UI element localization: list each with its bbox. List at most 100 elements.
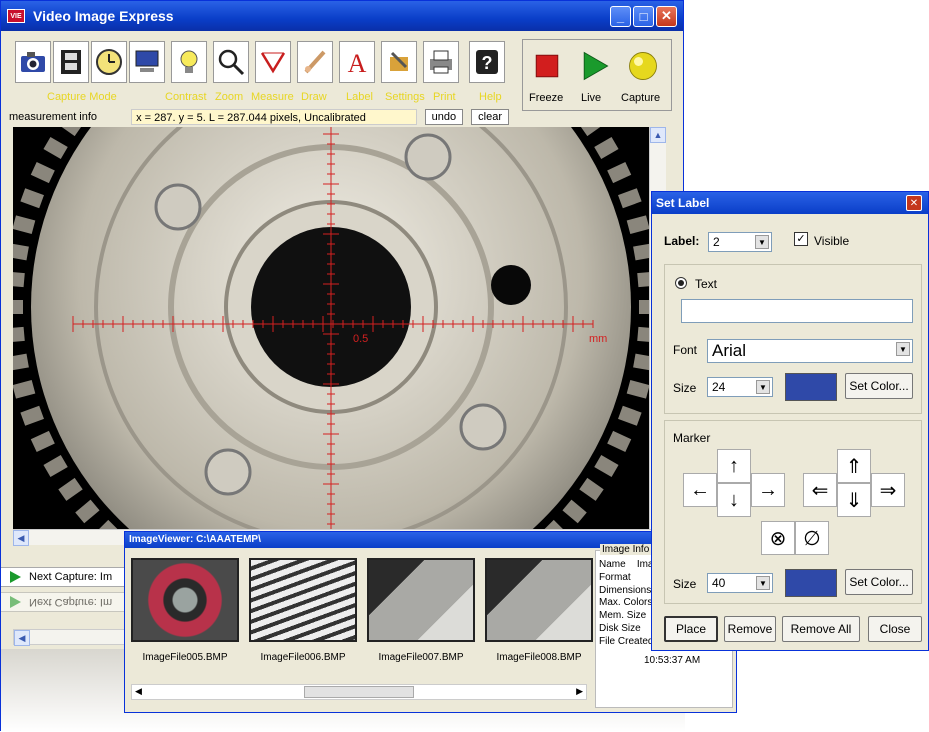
dialog-close-icon[interactable]: ✕ [906, 195, 922, 211]
double-arrow-down-marker[interactable]: ⇓ [837, 483, 871, 517]
letter-a-icon: A [348, 49, 367, 77]
font-caption: Font [673, 343, 698, 357]
side-hole [491, 265, 531, 305]
chevron-down-icon[interactable]: ▼ [755, 235, 769, 249]
marker-size-caption: Size [673, 577, 697, 591]
maximize-button[interactable]: □ [633, 5, 654, 27]
marker-size-select[interactable]: 40 ▼ [707, 573, 773, 593]
zoom-caption: Zoom [215, 91, 244, 103]
next-capture-reflection: Next Capture: Im [1, 592, 133, 612]
undo-button[interactable]: undo [424, 109, 464, 125]
chevron-down-icon[interactable]: ▼ [756, 576, 770, 590]
play-small-icon [10, 596, 21, 608]
scroll-left-icon[interactable]: ◀ [14, 630, 30, 646]
font-value: Arial [712, 341, 747, 360]
scroll-up-icon[interactable]: ▲ [650, 127, 666, 143]
marker-set-color-button[interactable]: Set Color... [845, 569, 913, 595]
thumbnail-image[interactable] [249, 558, 357, 642]
gear-image: 0.5 mm [13, 127, 649, 529]
zoom-button[interactable] [213, 41, 249, 83]
gear-tooth [639, 300, 649, 314]
arrow-up-marker[interactable]: ↑ [717, 449, 751, 483]
clock-icon-button[interactable] [91, 41, 127, 83]
text-size-value: 24 [712, 380, 726, 394]
arrow-down-marker[interactable]: ↓ [717, 483, 751, 517]
measurement-label: measurement info [9, 111, 98, 123]
thumbnail-name: ImageFile008.BMP [496, 652, 582, 663]
text-set-color-button[interactable]: Set Color... [845, 373, 913, 399]
settings-caption: Settings [385, 91, 425, 103]
visible-checkbox[interactable]: ✓ [794, 232, 808, 246]
gear-tooth [13, 326, 25, 343]
close-button[interactable]: ✕ [656, 5, 677, 27]
freeze-button[interactable] [527, 46, 567, 86]
radio-dot-icon [678, 280, 684, 286]
camera-icon-button[interactable] [15, 41, 51, 83]
close-dialog-button[interactable]: Close [868, 616, 922, 642]
thumbnail-image[interactable] [367, 558, 475, 642]
scroll-left-icon[interactable]: ◀ [13, 530, 29, 546]
draw-button[interactable] [297, 41, 333, 83]
thumbnail-image[interactable] [485, 558, 593, 642]
clear-button[interactable]: clear [471, 109, 509, 125]
remove-button[interactable]: Remove [724, 616, 776, 642]
circle-x-marker[interactable]: ⊗ [761, 521, 795, 555]
label-text-input[interactable] [681, 299, 913, 323]
capture-mode-caption: Capture Mode [47, 91, 117, 103]
scroll-left-icon[interactable]: ◀ [135, 686, 142, 697]
double-arrow-left-marker[interactable]: ⇐ [803, 473, 837, 507]
image-viewer-window: ImageViewer: C:\AAATEMP\ ImageFile005.BM… [124, 531, 737, 713]
main-toolbar: Capture Mode Contrast Zoom Measure Draw … [9, 41, 509, 105]
label-number-select[interactable]: 2 ▼ [708, 232, 772, 252]
measurement-value: x = 287. y = 5. L = 287.044 pixels, Unca… [131, 109, 417, 125]
printer-icon [430, 50, 452, 74]
remove-all-button[interactable]: Remove All [782, 616, 860, 642]
thumbnail-name: ImageFile005.BMP [142, 652, 228, 663]
info-name-label: Name [599, 559, 626, 570]
minimize-button[interactable]: _ [610, 5, 631, 27]
label-caption: Label: [664, 234, 700, 248]
measurement-bar: measurement info x = 287. y = 5. L = 287… [9, 108, 509, 126]
capture-caption: Capture [621, 92, 661, 104]
chevron-down-icon[interactable]: ▼ [896, 342, 910, 356]
font-select[interactable]: Arial ▼ [707, 339, 913, 363]
gear-tooth [13, 300, 23, 314]
print-caption: Print [433, 91, 456, 103]
app-title: Video Image Express [33, 8, 174, 24]
svg-text:A: A [348, 49, 367, 77]
chevron-down-icon[interactable]: ▼ [756, 380, 770, 394]
scroll-right-icon[interactable]: ▶ [576, 686, 583, 697]
capture-button[interactable] [623, 46, 663, 86]
arrow-left-marker[interactable]: ← [683, 473, 717, 507]
play-icon [583, 51, 609, 81]
film-icon-button[interactable] [53, 41, 89, 83]
double-arrow-right-marker[interactable]: ⇒ [871, 473, 905, 507]
dialog-title: Set Label [652, 192, 928, 214]
settings-button[interactable] [381, 41, 417, 83]
monitor-icon-button[interactable] [129, 41, 165, 83]
thumbnail-image[interactable] [131, 558, 239, 642]
scrollbar-thumb[interactable] [304, 686, 414, 698]
live-image-view[interactable]: 0.5 mm [13, 127, 649, 529]
circle-slash-marker[interactable]: ∅ [795, 521, 829, 555]
measure-button[interactable] [255, 41, 291, 83]
arrow-right-marker[interactable]: → [751, 473, 785, 507]
live-button[interactable] [575, 46, 615, 86]
help-icon: ? [476, 50, 498, 74]
text-color-swatch [785, 373, 837, 401]
draw-caption: Draw [301, 91, 327, 103]
double-arrow-up-marker[interactable]: ⇑ [837, 449, 871, 483]
thumbnail-scrollbar[interactable]: ◀ ▶ [131, 684, 587, 700]
thumbnail-name: ImageFile007.BMP [378, 652, 464, 663]
gear-tooth [637, 326, 649, 343]
label-button[interactable]: A [339, 41, 375, 83]
place-button[interactable]: Place [664, 616, 718, 642]
print-button[interactable] [423, 41, 459, 83]
title-bar: VIE Video Image Express _ □ ✕ [1, 1, 683, 31]
gear-tooth [637, 271, 649, 288]
text-size-select[interactable]: 24 ▼ [707, 377, 773, 397]
help-button[interactable]: ? [469, 41, 505, 83]
contrast-button[interactable] [171, 41, 207, 83]
lower-scrollbar[interactable]: ◀ [13, 629, 133, 646]
play-small-icon[interactable] [9, 571, 21, 583]
